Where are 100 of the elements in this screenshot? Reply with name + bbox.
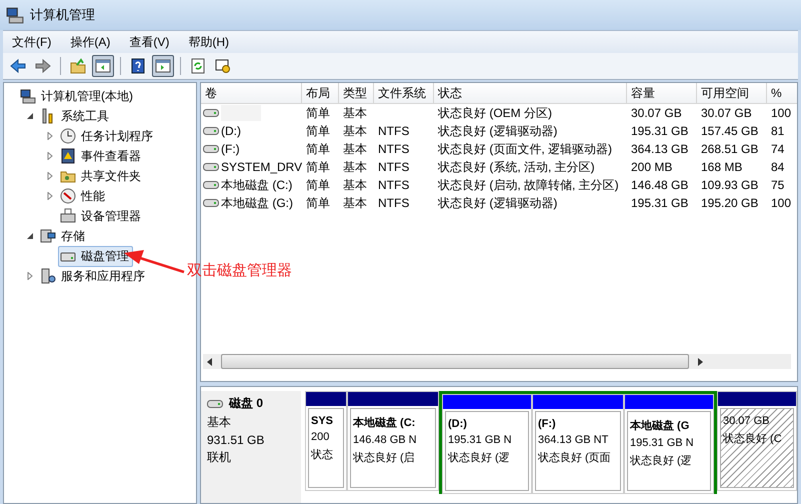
drive-icon <box>203 180 219 190</box>
table-cell: 75 <box>771 178 784 192</box>
column-header[interactable]: 可用空间 <box>697 83 767 103</box>
drive-icon <box>203 144 219 154</box>
partition-text: 200 <box>311 431 330 443</box>
table-cell: NTFS <box>378 142 410 156</box>
partition-block[interactable]: 本地磁盘 (C: 146.48 GB N 状态良好 (启 <box>347 391 439 491</box>
drive-icon <box>203 198 219 208</box>
table-cell: 基本 <box>343 140 367 158</box>
table-cell: 简单 <box>306 176 330 194</box>
tree-item[interactable]: 计算机管理(本地) <box>18 86 137 106</box>
collapsed-arrow-icon[interactable] <box>26 272 34 280</box>
collapsed-arrow-icon[interactable] <box>46 172 54 180</box>
table-cell: 本地磁盘 (C:) <box>221 176 292 194</box>
table-cell: 状态良好 (页面文件, 逻辑驱动器) <box>438 140 612 158</box>
tree-item[interactable]: 共享文件夹 <box>58 166 145 186</box>
log-book-icon <box>60 148 76 164</box>
tree-item[interactable]: 性能 <box>58 186 109 206</box>
tree-item[interactable]: 系统工具 <box>38 106 113 126</box>
scrollbar-thumb[interactable] <box>221 354 689 369</box>
table-cell: 简单 <box>306 194 330 212</box>
table-cell: 状态良好 (OEM 分区) <box>438 104 552 122</box>
extended-partition[interactable]: (D:) 195.31 GB N 状态良好 (逻 (F:) 364.13 GB NT 状态良好 (页面 本地磁盘 (G 195.31 GB N 状态良好 (逻 <box>439 391 717 494</box>
collapsed-arrow-icon[interactable] <box>46 152 54 160</box>
partition-block[interactable]: 本地磁盘 (G 195.31 GB N 状态良好 (逻 <box>624 394 714 494</box>
column-header[interactable]: 状态 <box>434 83 627 103</box>
table-cell: 状态良好 (启动, 故障转储, 主分区) <box>438 176 619 194</box>
table-cell: NTFS <box>378 178 410 192</box>
partition-block[interactable]: (D:) 195.31 GB N 状态良好 (逻 <box>442 394 532 494</box>
scroll-right-icon[interactable] <box>697 358 703 366</box>
table-cell: 364.13 GB <box>631 142 688 156</box>
tree-item[interactable]: 事件查看器 <box>58 146 145 166</box>
expanded-arrow-icon[interactable] <box>26 112 34 120</box>
partition-text: 364.13 GB NT <box>538 434 610 446</box>
table-cell: 81 <box>771 124 784 138</box>
partition-text: 195.31 GB N <box>630 437 695 449</box>
drive-icon <box>203 108 219 118</box>
collapsed-arrow-icon[interactable] <box>46 132 54 140</box>
table-cell: 109.93 GB <box>701 178 758 192</box>
expanded-arrow-icon[interactable] <box>26 232 34 240</box>
horizontal-scrollbar[interactable] <box>203 354 791 369</box>
drive-icon <box>203 126 219 136</box>
table-cell: 84 <box>771 160 784 174</box>
column-header[interactable]: 文件系统 <box>374 83 434 103</box>
partition-block[interactable]: SYS 200 状态 <box>305 391 347 491</box>
help-icon <box>130 58 146 74</box>
table-cell: NTFS <box>378 196 410 210</box>
partition-text: 状态良好 (启 <box>353 450 416 465</box>
gauge-icon <box>60 188 76 204</box>
collapsed-arrow-icon[interactable] <box>46 192 54 200</box>
partition-text: 195.31 GB N <box>448 434 513 446</box>
properties-icon <box>215 58 231 74</box>
column-header[interactable]: 布局 <box>302 83 339 103</box>
partition-block[interactable]: (F:) 364.13 GB NT 状态良好 (页面 <box>532 394 624 494</box>
table-cell: 简单 <box>306 140 330 158</box>
computer-icon <box>20 88 36 104</box>
table-cell: 基本 <box>343 104 367 122</box>
column-header[interactable]: 卷 <box>201 83 302 103</box>
table-cell: 146.48 GB <box>631 178 688 192</box>
table-cell: 基本 <box>343 122 367 140</box>
partition-text: 本地磁盘 (C: <box>353 416 416 430</box>
table-cell: SYSTEM_DRV <box>221 160 302 174</box>
table-cell: 状态良好 (系统, 活动, 主分区) <box>438 158 595 176</box>
back-arrow-icon <box>10 58 26 74</box>
tree-item[interactable]: 设备管理器 <box>58 206 145 226</box>
disk-drive-icon <box>207 398 223 408</box>
table-cell: 简单 <box>306 122 330 140</box>
disk-status: 联机 <box>207 449 232 466</box>
table-cell: 195.20 GB <box>701 196 758 210</box>
table-cell: NTFS <box>378 160 410 174</box>
menu-item[interactable]: 文件(F) <box>3 34 62 50</box>
menu-item[interactable]: 操作(A) <box>61 34 120 50</box>
menu-item[interactable]: 查看(V) <box>120 34 180 50</box>
menu-item[interactable]: 帮助(H) <box>179 34 239 50</box>
window-title: 计算机管理 <box>30 6 95 24</box>
tree-item[interactable]: 存储 <box>38 226 89 246</box>
partition-text: 本地磁盘 (G <box>630 418 690 433</box>
disk-size: 931.51 GB <box>207 433 266 447</box>
table-cell: 简单 <box>306 158 330 176</box>
scroll-left-icon[interactable] <box>207 358 213 366</box>
partition-text: 146.48 GB N <box>353 434 418 446</box>
table-cell: 195.31 GB <box>631 196 688 210</box>
column-header[interactable]: 类型 <box>339 83 374 103</box>
toolbar-button[interactable] <box>92 55 114 77</box>
partition-text: (F:) <box>538 418 557 430</box>
table-cell: 195.31 GB <box>631 124 688 138</box>
column-header[interactable]: 容量 <box>627 83 697 103</box>
partition-text: (D:) <box>448 418 468 430</box>
partition-block[interactable]: 30.07 GB 状态良好 (C <box>717 391 797 491</box>
refresh-icon <box>190 58 206 74</box>
column-header[interactable]: % <box>767 83 801 103</box>
tree-item[interactable]: 任务计划程序 <box>58 126 157 146</box>
tree-pane-icon <box>95 58 111 74</box>
printer-icon <box>60 208 76 224</box>
table-cell: 30.07 GB <box>631 106 682 120</box>
annotation-text: 双击磁盘管理器 <box>187 261 292 280</box>
tree-item[interactable]: 服务和应用程序 <box>38 266 149 286</box>
table-cell: 状态良好 (逻辑驱动器) <box>438 194 558 212</box>
blank-name-cell <box>221 105 261 121</box>
toolbar-button[interactable] <box>152 55 174 77</box>
